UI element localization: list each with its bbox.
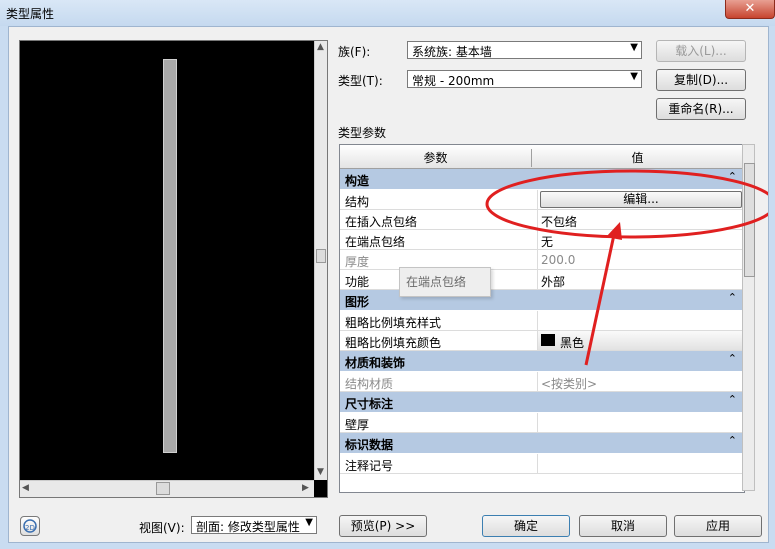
group-title: 尺寸标注 (345, 397, 394, 411)
preview-vertical-thumb[interactable] (316, 249, 326, 263)
param-name: 在端点包络 (345, 235, 406, 249)
collapse-icon[interactable]: ⌃ (728, 434, 737, 447)
group-header[interactable]: 尺寸标注 ⌃ (340, 392, 743, 413)
param-name: 壁厚 (345, 418, 370, 432)
preview-vertical-scrollbar[interactable]: ▲ ▼ (314, 41, 327, 480)
dialog-client: ▲ ▼ ◀ ▶ 族(F): 系统族: 基本墙 ▼ 载入(L)... 类型(T):… (8, 26, 769, 543)
param-value-cell[interactable] (537, 454, 744, 473)
group-header[interactable]: 标识数据 ⌃ (340, 433, 743, 454)
grid-rows: 构造 ⌃ 结构 编辑... 在插入点包络 不包络 在端点包络无厚度 200.0 功能 外部 图形 ⌃ 粗… (340, 169, 744, 474)
param-value-cell[interactable]: 外部 (537, 270, 744, 289)
close-button[interactable]: ✕ (725, 0, 775, 19)
group-title: 标识数据 (345, 438, 394, 452)
param-name: 厚度 (345, 255, 370, 269)
param-row[interactable]: 注释记号 (340, 454, 743, 474)
family-label: 族(F): (338, 45, 371, 59)
param-value: 黑色 (560, 336, 585, 350)
param-row[interactable]: 粗略比例填充颜色 黑色 (340, 331, 744, 351)
collapse-icon[interactable]: ⌃ (728, 170, 737, 183)
collapse-icon[interactable]: ⌃ (728, 291, 737, 304)
param-row[interactable]: 在插入点包络 不包络 (340, 210, 743, 230)
svg-text:2D: 2D (25, 524, 35, 532)
view-select-value: 剖面: 修改类型属性 (196, 520, 300, 534)
wall-preview (163, 59, 177, 453)
group-header[interactable]: 构造 ⌃ (340, 169, 743, 190)
param-name: 结构材质 (345, 377, 394, 391)
preview-horizontal-thumb[interactable] (156, 482, 170, 495)
param-name: 注释记号 (345, 459, 394, 473)
scroll-down-icon[interactable]: ▼ (317, 467, 324, 477)
family-select[interactable]: 系统族: 基本墙 ▼ (407, 41, 642, 59)
param-name: 在插入点包络 (345, 215, 418, 229)
view-select[interactable]: 剖面: 修改类型属性 ▼ (191, 516, 317, 534)
chevron-down-icon: ▼ (630, 71, 638, 82)
cancel-button[interactable]: 取消 (579, 515, 667, 537)
param-name: 结构 (345, 195, 370, 209)
param-name: 粗略比例填充颜色 (345, 336, 442, 350)
group-title: 构造 (345, 174, 370, 188)
rename-button[interactable]: 重命名(R)... (656, 98, 746, 120)
param-name: 功能 (345, 275, 370, 289)
type-label: 类型(T): (338, 74, 383, 88)
param-row[interactable]: 壁厚 (340, 413, 743, 433)
preview-button[interactable]: 预览(P) >> (339, 515, 427, 537)
param-value-cell[interactable]: 200.0 (537, 250, 744, 269)
param-value-cell[interactable] (537, 413, 744, 432)
param-value-cell[interactable]: <按类别> (537, 372, 744, 391)
load-button[interactable]: 载入(L)... (656, 40, 746, 62)
param-value-cell[interactable]: 不包络 (537, 210, 744, 229)
window-frame: ▲ ▼ ◀ ▶ 族(F): 系统族: 基本墙 ▼ 载入(L)... 类型(T):… (0, 26, 775, 549)
param-value-cell[interactable]: 无 (537, 230, 744, 249)
col-header-value[interactable]: 值 (532, 149, 743, 166)
param-value: 不包络 (541, 215, 578, 229)
family-select-value: 系统族: 基本墙 (412, 45, 492, 59)
chevron-down-icon: ▼ (630, 42, 638, 53)
param-name: 粗略比例填充样式 (345, 316, 442, 330)
collapse-icon[interactable]: ⌃ (728, 393, 737, 406)
param-row[interactable]: 在端点包络 无 (340, 230, 743, 250)
ok-button[interactable]: 确定 (482, 515, 570, 537)
collapse-icon[interactable]: ⌃ (728, 352, 737, 365)
window-title: 类型属性 (6, 7, 55, 21)
group-header[interactable]: 材质和装饰 ⌃ (340, 351, 743, 372)
2d-view-icon[interactable]: 2D (20, 516, 40, 536)
grid-header: 参数 值 (340, 145, 743, 169)
title-bar: 类型属性 ✕ (0, 0, 775, 27)
param-value: 无 (541, 235, 554, 249)
param-value-cell[interactable] (537, 311, 744, 330)
group-title: 材质和装饰 (345, 356, 406, 370)
duplicate-button[interactable]: 复制(D)... (656, 69, 746, 91)
type-select[interactable]: 常规 - 200mm ▼ (407, 70, 642, 88)
scroll-left-icon[interactable]: ◀ (22, 483, 29, 493)
param-value-cell[interactable]: 编辑... (537, 190, 744, 209)
color-swatch (541, 334, 555, 346)
edit-structure-button[interactable]: 编辑... (540, 191, 742, 208)
col-header-param[interactable]: 参数 (340, 149, 532, 167)
param-value: 200.0 (541, 253, 576, 267)
chevron-down-icon: ▼ (305, 517, 313, 528)
group-title: 图形 (345, 295, 370, 309)
type-parameters-grid: 参数 值 构造 ⌃ 结构 编辑... 在插入点包络 不包络在端点包络 无厚度 200.0 功能 外… (339, 144, 745, 493)
type-select-value: 常规 - 200mm (412, 74, 495, 88)
grid-scroll-thumb[interactable] (744, 163, 755, 277)
scroll-up-icon[interactable]: ▲ (317, 42, 324, 52)
preview-horizontal-scrollbar[interactable]: ◀ ▶ (20, 480, 314, 497)
view-label: 视图(V): (139, 521, 185, 535)
tooltip: 在端点包络 (399, 267, 491, 297)
param-row[interactable]: 结构材质 <按类别> (340, 372, 743, 392)
grid-scrollbar[interactable] (742, 144, 755, 491)
param-row[interactable]: 粗略比例填充样式 (340, 311, 743, 331)
scroll-right-icon[interactable]: ▶ (302, 483, 309, 493)
close-icon: ✕ (744, 1, 756, 16)
param-value: 外部 (541, 275, 566, 289)
param-row[interactable]: 结构 编辑... (340, 190, 743, 210)
param-value: <按类别> (541, 377, 598, 391)
type-params-title: 类型参数 (338, 126, 387, 140)
param-value-cell[interactable]: 黑色 (537, 331, 744, 350)
preview-pane[interactable]: ▲ ▼ ◀ ▶ (19, 40, 328, 498)
apply-button[interactable]: 应用 (674, 515, 762, 537)
